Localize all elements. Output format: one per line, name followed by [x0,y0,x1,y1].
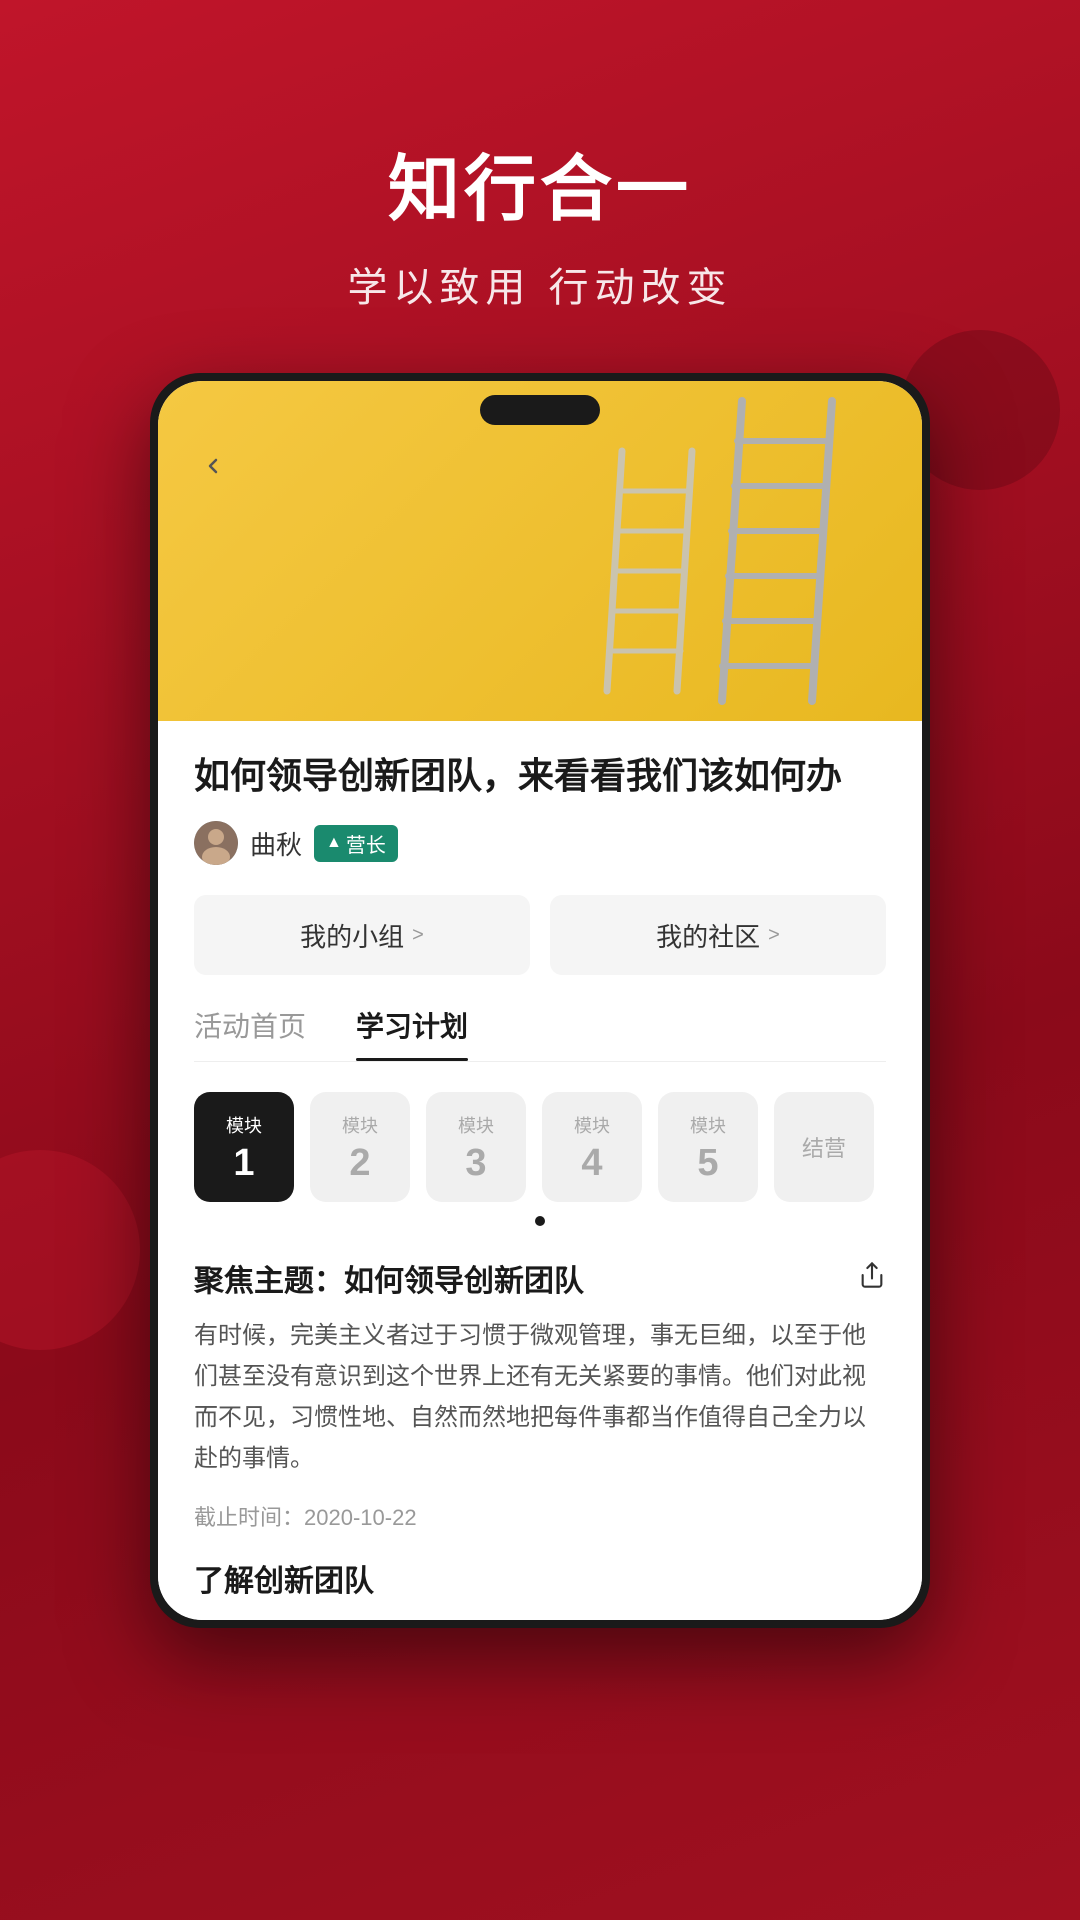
author-name: 曲秋 [250,825,302,862]
phone-mockup: 如何领导创新团队，来看看我们该如何办 曲秋 ▲ 营长 [150,373,930,1628]
module-1-num: 1 [233,1144,254,1182]
deadline-row: 截止时间：2020-10-22 [194,1500,886,1532]
module-end[interactable]: 结营 [774,1092,874,1202]
badge-label: 营长 [346,829,386,858]
my-community-button[interactable]: 我的社区 > [550,895,886,975]
my-community-label: 我的社区 [656,917,760,954]
badge-icon: ▲ [326,834,342,852]
module-4-label: 模块 [574,1112,610,1138]
module-3-label: 模块 [458,1112,494,1138]
author-badge: ▲ 营长 [314,825,398,862]
module-5-label: 模块 [690,1112,726,1138]
deadline-value: 2020-10-22 [304,1505,417,1530]
author-avatar [194,821,238,865]
community-arrow: > [768,924,780,947]
header-title: 知行合一 [0,130,1080,235]
header-subtitle: 学以致用 行动改变 [0,255,1080,313]
article-body: 有时候，完美主义者过于习惯于微观管理，事无巨细，以至于他们甚至没有意识到这个世界… [194,1316,886,1479]
phone-notch [480,395,600,425]
phone-screen: 如何领导创新团队，来看看我们该如何办 曲秋 ▲ 营长 [158,381,922,1620]
module-3-num: 3 [465,1144,486,1182]
share-icon[interactable] [858,1261,886,1296]
focus-section-title: 聚焦主题：如何领导创新团队 [194,1256,584,1300]
module-3[interactable]: 模块 3 [426,1092,526,1202]
my-group-label: 我的小组 [300,917,404,954]
module-5-num: 5 [697,1144,718,1182]
module-4[interactable]: 模块 4 [542,1092,642,1202]
module-2-label: 模块 [342,1112,378,1138]
hero-image [158,381,922,721]
modules-row: 模块 1 模块 2 模块 3 模块 4 [194,1092,886,1202]
module-1-label: 模块 [226,1112,262,1138]
dot-indicator [194,1216,886,1226]
content-area: 如何领导创新团队，来看看我们该如何办 曲秋 ▲ 营长 [158,721,922,1620]
section-title-row: 聚焦主题：如何领导创新团队 [194,1256,886,1300]
module-1[interactable]: 模块 1 [194,1092,294,1202]
ladder-right [712,391,892,711]
tabs-row: 活动首页 学习计划 [194,1005,886,1062]
module-2-num: 2 [349,1144,370,1182]
module-5[interactable]: 模块 5 [658,1092,758,1202]
tab-activity-home[interactable]: 活动首页 [194,1005,306,1061]
module-end-label: 结营 [802,1131,846,1163]
header-section: 知行合一 学以致用 行动改变 [0,0,1080,373]
module-4-num: 4 [581,1144,602,1182]
phone-wrapper: 如何领导创新团队，来看看我们该如何办 曲秋 ▲ 营长 [0,373,1080,1628]
deadline-label: 截止时间： [194,1505,304,1530]
tab-study-plan[interactable]: 学习计划 [356,1005,468,1061]
my-group-button[interactable]: 我的小组 > [194,895,530,975]
back-button[interactable] [188,441,238,491]
ladder-left [602,441,722,701]
module-2[interactable]: 模块 2 [310,1092,410,1202]
author-row: 曲秋 ▲ 营长 [194,821,886,865]
article-title: 如何领导创新团队，来看看我们该如何办 [194,751,886,801]
active-dot [535,1216,545,1226]
understand-title: 了解创新团队 [194,1556,886,1600]
group-arrow: > [412,924,424,947]
nav-buttons: 我的小组 > 我的社区 > [194,895,886,975]
